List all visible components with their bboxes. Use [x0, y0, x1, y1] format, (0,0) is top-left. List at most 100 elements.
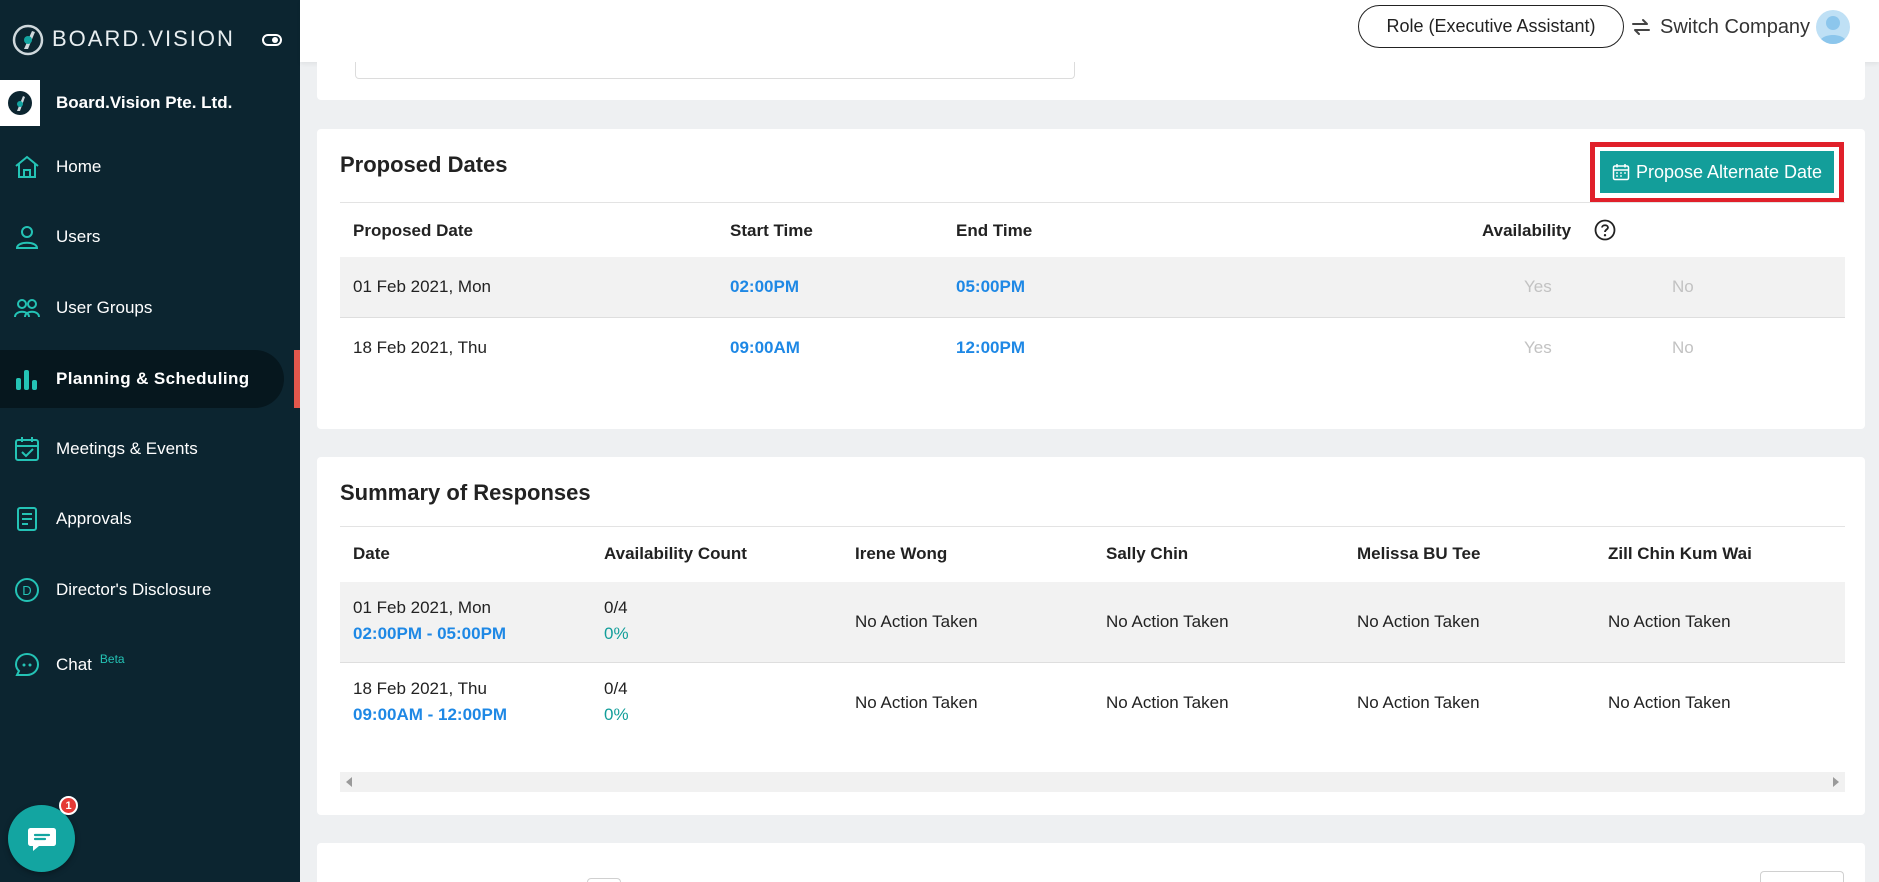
sidebar-toggle-icon[interactable] [262, 30, 282, 50]
availability-percent: 0% [604, 705, 629, 724]
text-field[interactable] [355, 62, 1075, 79]
summary-card: Summary of Responses Date Availability C… [317, 457, 1865, 815]
sidebar-item-label: Director's Disclosure [56, 580, 212, 599]
calendar-icon [1612, 164, 1630, 181]
bottom-button[interactable] [1760, 871, 1844, 882]
switch-company-button[interactable]: Switch Company [1630, 10, 1810, 44]
response-time-range: 09:00AM - 12:00PM [353, 705, 508, 724]
header-divider [340, 526, 1845, 527]
end-time: 12:00PM [956, 338, 1025, 357]
topbar: Role (Executive Assistant) Switch Compan… [300, 0, 1879, 62]
proposed-date: 18 Feb 2021, Thu [353, 338, 487, 357]
active-item-marker [294, 350, 300, 408]
user-icon [12, 222, 42, 252]
column-header-start-time: Start Time [730, 221, 813, 240]
sidebar-item-directors-disclosure[interactable]: D Director's Disclosure [0, 561, 284, 619]
calendar-check-icon [12, 434, 42, 464]
response-status: No Action Taken [1608, 693, 1731, 712]
end-time: 05:00PM [956, 277, 1025, 296]
avatar[interactable] [1816, 10, 1850, 44]
scroll-left-arrow-icon[interactable] [346, 777, 352, 787]
availability-yes-option[interactable]: Yes [1524, 277, 1552, 297]
response-status: No Action Taken [855, 612, 978, 631]
table-row: 18 Feb 2021, Thu 09:00AM 12:00PM Yes No [340, 318, 1845, 379]
header-divider [340, 202, 1845, 203]
propose-button-label: Propose Alternate Date [1635, 161, 1823, 182]
response-time-range: 02:00PM - 05:00PM [353, 624, 507, 643]
bar-chart-icon [12, 364, 42, 394]
chat-launcher-button[interactable] [8, 805, 75, 872]
start-time: 02:00PM [730, 277, 799, 296]
availability-no-option[interactable]: No [1672, 277, 1694, 297]
sidebar-item-approvals[interactable]: Approvals [0, 490, 284, 548]
chat-bubble-icon [12, 650, 42, 680]
column-header-availability: Availability [1482, 221, 1572, 240]
sidebar-item-label: Home [56, 157, 102, 176]
response-date: 18 Feb 2021, Thu [353, 679, 487, 698]
document-icon [12, 504, 42, 534]
column-header-proposed-date: Proposed Date [353, 221, 473, 240]
availability-count: 0/4 [604, 598, 628, 617]
column-header-date: Date [353, 544, 390, 563]
help-icon[interactable] [1594, 219, 1616, 241]
column-header-end-time: End Time [956, 221, 1033, 240]
response-status: No Action Taken [1357, 612, 1480, 631]
company-logo [0, 80, 40, 126]
switch-company-label: Switch Company [1660, 15, 1811, 38]
sidebar-item-users[interactable]: Users [0, 208, 284, 266]
sidebar-item-label: Chat [56, 655, 92, 674]
proposed-dates-card: Proposed Dates Propose Alternate Date Pr… [317, 129, 1865, 429]
users-icon [12, 293, 42, 323]
response-status: No Action Taken [1106, 612, 1229, 631]
column-header-zill-chin-kum-wai: Zill Chin Kum Wai [1608, 544, 1752, 563]
sidebar-item-home[interactable]: Home [0, 138, 284, 196]
response-status: No Action Taken [1357, 693, 1480, 712]
sidebar-item-label: User Groups [56, 298, 153, 317]
start-time: 09:00AM [730, 338, 800, 357]
brand-name: BOARD.VISION [52, 26, 235, 51]
chat-icon [27, 827, 56, 851]
company-selector[interactable]: Board.Vision Pte. Ltd. [0, 80, 300, 126]
sidebar-item-label: Users [56, 227, 101, 246]
checkbox[interactable] [587, 878, 621, 882]
home-icon [12, 152, 42, 182]
chat-notification-badge: 1 [59, 796, 78, 815]
sidebar-item-label: Planning & Scheduling [56, 369, 250, 388]
user-avatar-icon [1819, 16, 1847, 44]
column-header-availability-count: Availability Count [604, 544, 747, 563]
scroll-right-arrow-icon[interactable] [1833, 777, 1839, 787]
sidebar-item-label: Meetings & Events [56, 439, 198, 458]
disclosure-icon: D [12, 575, 42, 605]
availability-count: 0/4 [604, 679, 628, 698]
response-date: 01 Feb 2021, Mon [353, 598, 491, 617]
availability-no-option[interactable]: No [1672, 338, 1694, 358]
brand[interactable]: BOARD.VISION [10, 20, 235, 58]
sidebar-item-planning-scheduling[interactable]: Planning & Scheduling [0, 350, 284, 408]
sidebar-item-user-groups[interactable]: User Groups [0, 279, 284, 337]
response-status: No Action Taken [855, 693, 978, 712]
column-header-melissa-bu-tee: Melissa BU Tee [1357, 544, 1481, 563]
role-button[interactable]: Role (Executive Assistant) [1358, 5, 1624, 48]
sidebar-item-chat[interactable]: Chat Beta [0, 636, 284, 694]
beta-badge: Beta [99, 652, 125, 666]
availability-yes-option[interactable]: Yes [1524, 338, 1552, 358]
response-status: No Action Taken [1106, 693, 1229, 712]
column-header-sally-chin: Sally Chin [1106, 544, 1189, 563]
company-name: Board.Vision Pte. Ltd. [56, 93, 233, 112]
availability-percent: 0% [604, 624, 629, 643]
table-row: 01 Feb 2021, Mon 02:00PM - 05:00PM 0/4 0… [340, 582, 1845, 663]
sidebar-item-label: Approvals [56, 509, 132, 528]
horizontal-scrollbar[interactable] [340, 772, 1845, 792]
company-logo-icon [8, 91, 32, 115]
bottom-card [317, 843, 1865, 882]
top-card [317, 62, 1865, 100]
column-header-irene-wong: Irene Wong [855, 544, 948, 563]
switch-arrows-icon [1632, 19, 1650, 35]
summary-title: Summary of Responses [340, 480, 591, 505]
svg-text:D: D [22, 583, 31, 598]
propose-alternate-date-button[interactable]: Propose Alternate Date [1600, 151, 1834, 193]
sidebar: BOARD.VISION Board.Vision Pte. Ltd. Home… [0, 0, 300, 882]
response-status: No Action Taken [1608, 612, 1731, 631]
sidebar-item-meetings-events[interactable]: Meetings & Events [0, 420, 284, 478]
table-row: 18 Feb 2021, Thu 09:00AM - 12:00PM 0/4 0… [340, 663, 1845, 744]
